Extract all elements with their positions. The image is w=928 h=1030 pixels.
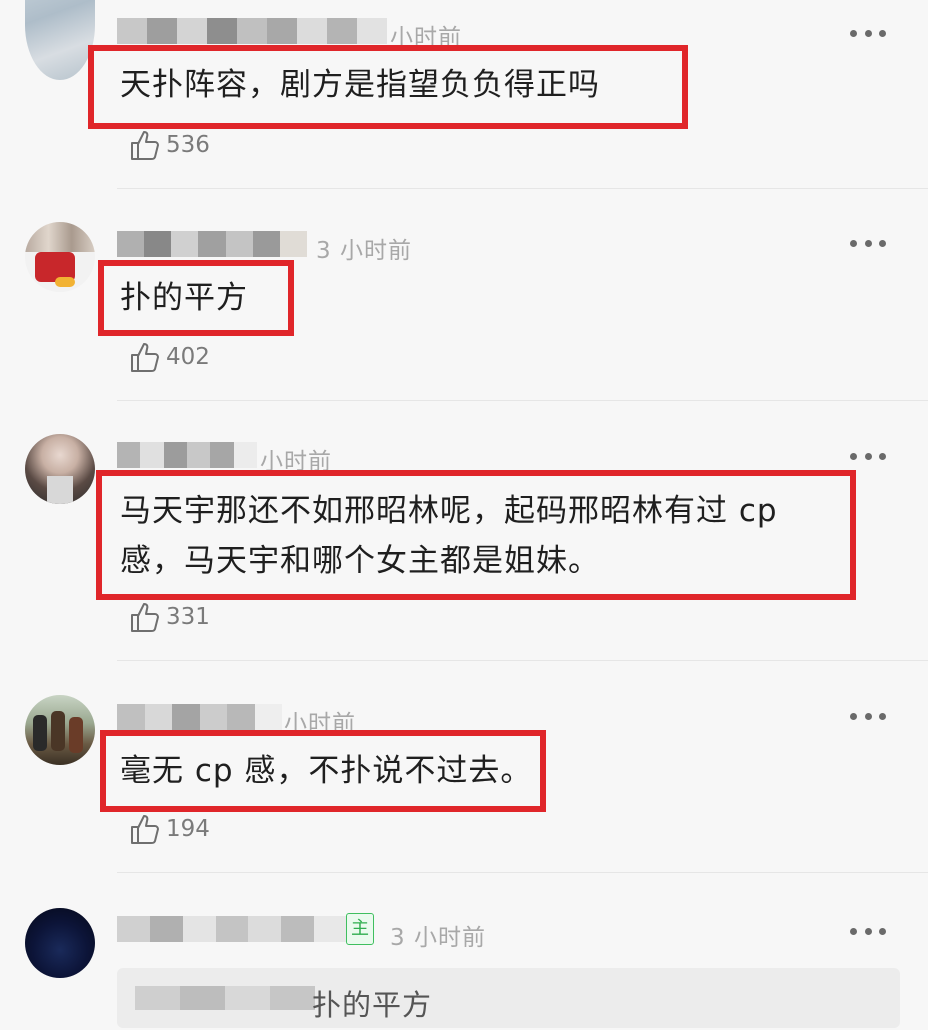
author-badge: 主 xyxy=(346,913,374,945)
comment-time: 3 小时前 xyxy=(390,925,486,951)
highlight-box xyxy=(88,45,688,129)
more-dots-icon[interactable] xyxy=(850,926,886,936)
comment-time: 3 小时前 xyxy=(316,238,412,264)
like-button[interactable]: 402 xyxy=(128,340,210,374)
like-count: 402 xyxy=(166,344,210,370)
avatar[interactable] xyxy=(25,908,95,978)
username-blurred[interactable] xyxy=(117,916,348,942)
avatar[interactable] xyxy=(25,695,95,765)
thumbs-up-icon xyxy=(131,131,159,160)
thumbs-up-icon xyxy=(131,815,159,844)
divider xyxy=(117,660,928,661)
reply-preview-box[interactable]: 扑的平方 xyxy=(117,968,900,1028)
avatar[interactable] xyxy=(25,222,95,292)
username-blurred[interactable] xyxy=(117,18,387,44)
avatar[interactable] xyxy=(25,0,95,80)
thumbs-up-icon xyxy=(131,603,159,632)
username-blurred[interactable] xyxy=(117,231,307,257)
thumbs-up-icon xyxy=(131,343,159,372)
divider xyxy=(117,400,928,401)
divider xyxy=(117,872,928,873)
username-blurred[interactable] xyxy=(117,704,282,730)
reply-username-blurred xyxy=(135,986,315,1010)
like-button[interactable]: 331 xyxy=(128,600,210,634)
like-button[interactable]: 194 xyxy=(128,812,210,846)
more-dots-icon[interactable] xyxy=(850,238,886,248)
highlight-box xyxy=(100,730,546,812)
like-count: 331 xyxy=(166,604,210,630)
username-blurred[interactable] xyxy=(117,442,257,468)
more-dots-icon[interactable] xyxy=(850,711,886,721)
highlight-box xyxy=(96,470,856,600)
avatar[interactable] xyxy=(25,434,95,504)
more-dots-icon[interactable] xyxy=(850,451,886,461)
reply-preview-text: 扑的平方 xyxy=(312,988,433,1022)
like-count: 194 xyxy=(166,816,210,842)
highlight-box xyxy=(98,260,294,336)
more-dots-icon[interactable] xyxy=(850,28,886,38)
like-count: 536 xyxy=(166,132,210,158)
like-button[interactable]: 536 xyxy=(128,128,210,162)
divider xyxy=(117,188,928,189)
